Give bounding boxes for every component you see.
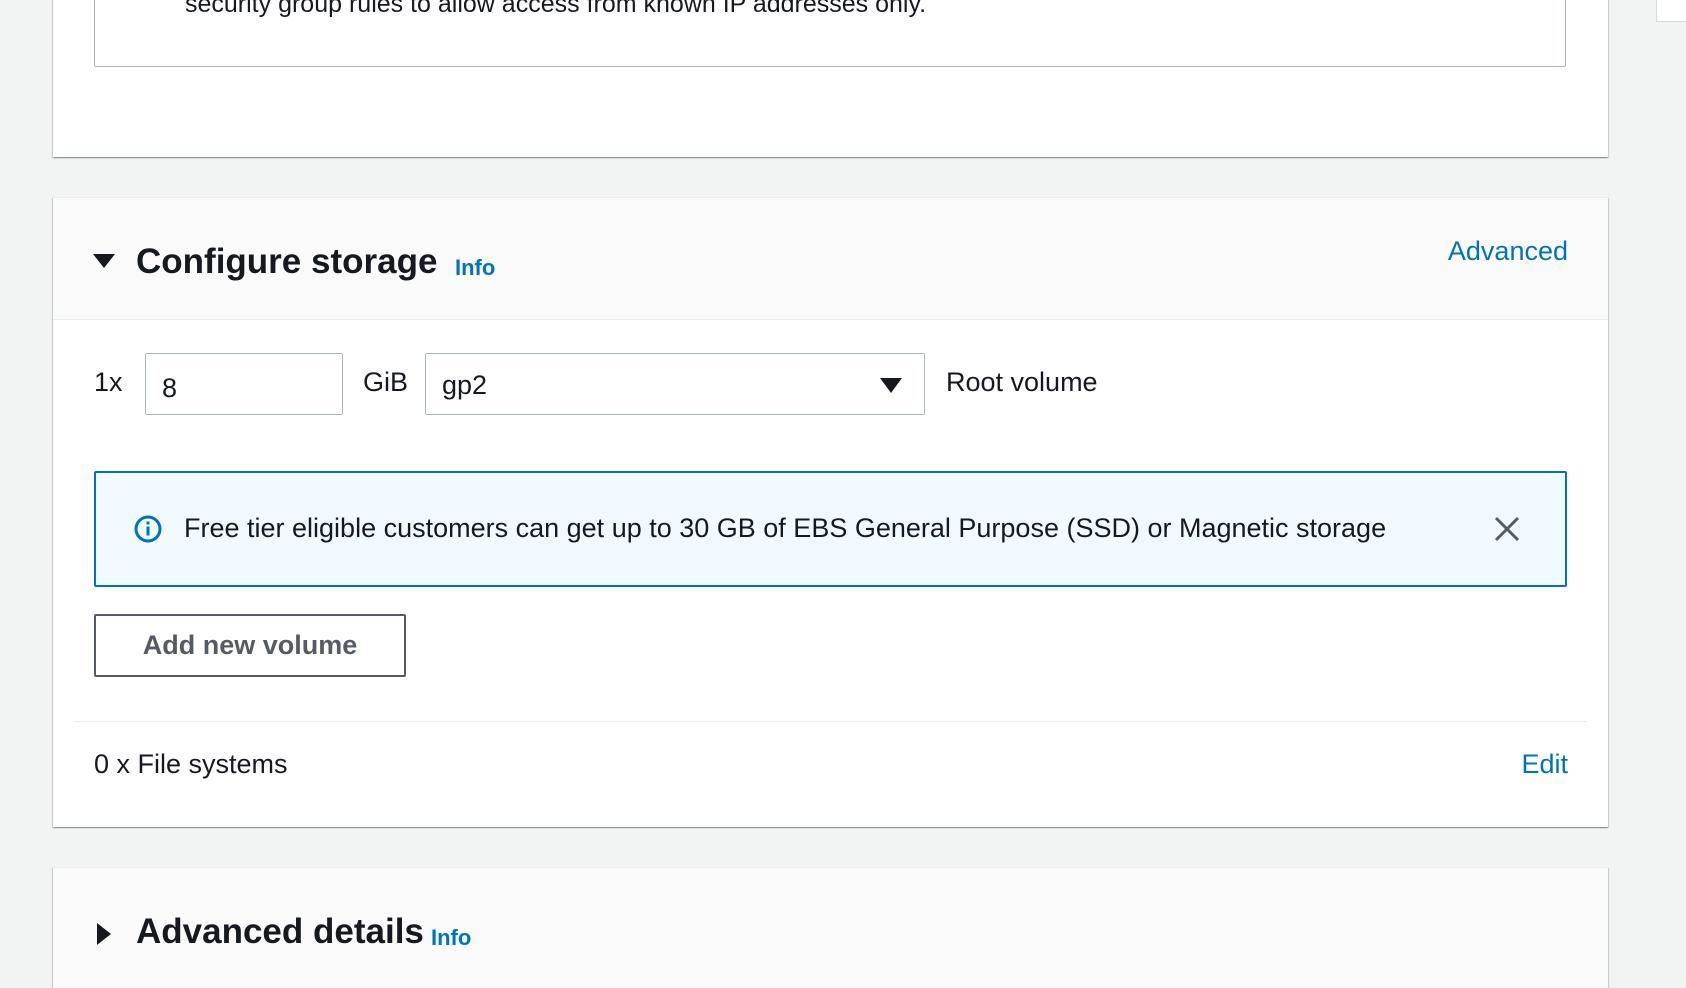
advanced-details-title[interactable]: Advanced details	[136, 912, 424, 952]
advanced-details-panel[interactable]: Advanced details Info	[53, 867, 1608, 988]
advanced-details-info-link[interactable]: Info	[431, 925, 471, 951]
add-new-volume-button[interactable]: Add new volume	[94, 614, 406, 677]
volume-unit-label: GiB	[363, 367, 409, 397]
volume-count-label: 1x	[94, 367, 123, 397]
side-panel-edge	[1656, 0, 1686, 22]
root-volume-row: 1x GiB gp2 Root volume	[94, 353, 1544, 415]
close-icon[interactable]	[1491, 513, 1523, 545]
divider	[74, 721, 1587, 722]
info-circle-icon	[134, 515, 162, 543]
configure-storage-header[interactable]: Configure storage Info Advanced	[53, 198, 1608, 320]
root-volume-label: Root volume	[946, 367, 1098, 397]
caret-down-icon	[880, 378, 902, 393]
free-tier-info-alert: Free tier eligible customers can get up …	[94, 471, 1567, 587]
free-tier-alert-text: Free tier eligible customers can get up …	[184, 513, 1387, 543]
configure-storage-panel: Configure storage Info Advanced 1x GiB g…	[53, 197, 1608, 827]
security-warning-text: security group rules to allow access fro…	[185, 0, 927, 18]
volume-type-select[interactable]: gp2	[425, 353, 925, 415]
configure-storage-info-link[interactable]: Info	[455, 255, 495, 281]
configure-storage-title[interactable]: Configure storage	[136, 242, 437, 282]
caret-right-icon[interactable]	[97, 923, 111, 945]
volume-type-value: gp2	[442, 370, 488, 400]
advanced-link[interactable]: Advanced	[1448, 236, 1568, 267]
edit-file-systems-link[interactable]: Edit	[1521, 749, 1568, 780]
network-settings-panel: security group rules to allow access fro…	[53, 0, 1608, 157]
volume-size-input[interactable]	[145, 353, 343, 415]
file-systems-label: 0 x File systems	[94, 749, 288, 779]
caret-down-icon[interactable]	[93, 254, 115, 268]
security-warning-box: security group rules to allow access fro…	[94, 0, 1566, 67]
